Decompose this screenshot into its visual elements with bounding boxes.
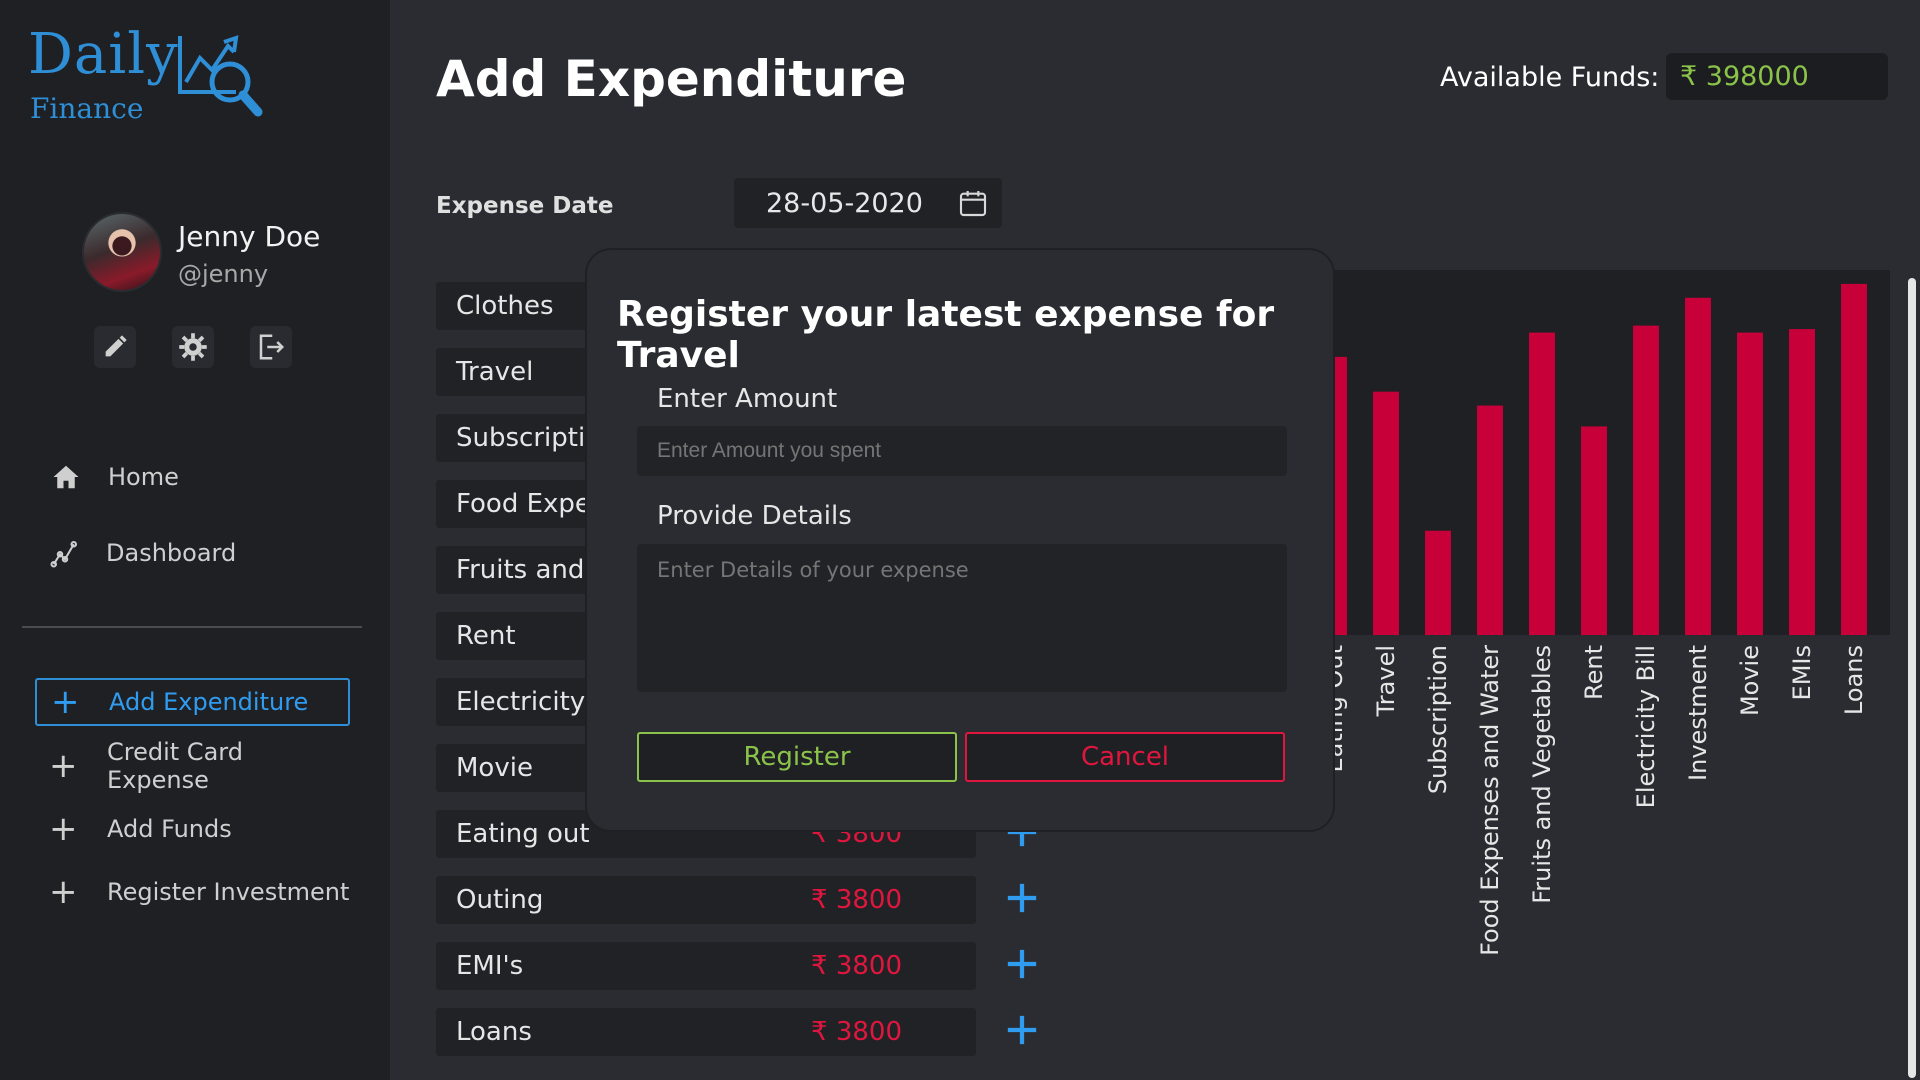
expense-bar-chart: Eating OutTravelSubscriptionFood Expense… — [1300, 270, 1890, 956]
chart-x-tick-label: EMIs — [1788, 645, 1816, 700]
category-row-loans[interactable]: Loans ₹ 3800 — [436, 1008, 976, 1056]
chart-x-tick-label: Fruits and Vegetables — [1528, 645, 1556, 904]
category-name: Loans — [456, 1017, 532, 1047]
chart-bar[interactable] — [1737, 332, 1763, 635]
scrollbar[interactable] — [1908, 278, 1916, 1078]
category-name: Clothes — [456, 291, 554, 321]
chart-x-tick-label: Subscription — [1424, 645, 1452, 794]
credit-card-expense-label: Credit Card Expense — [107, 738, 243, 794]
category-amount: ₹ 3800 — [811, 885, 902, 915]
expense-date-value: 28-05-2020 — [766, 187, 923, 219]
profile-actions — [94, 326, 292, 368]
category-amount: ₹ 3800 — [811, 1017, 902, 1047]
chart-bar[interactable] — [1581, 426, 1607, 635]
add-funds-label: Add Funds — [107, 815, 232, 843]
category-row-emis[interactable]: EMI's ₹ 3800 — [436, 942, 976, 990]
chart-x-tick-label: Movie — [1736, 645, 1764, 716]
chart-bar[interactable] — [1373, 391, 1399, 635]
logout-icon — [259, 334, 285, 360]
chart-bar[interactable] — [1633, 325, 1659, 635]
nav-item-home[interactable]: Home — [50, 462, 179, 492]
chart-x-tick-label: Investment — [1684, 645, 1712, 781]
expense-date-label: Expense Date — [436, 193, 614, 219]
details-textarea[interactable] — [637, 544, 1287, 692]
home-icon — [53, 465, 79, 489]
plus-icon: + — [49, 809, 78, 849]
plus-icon — [1007, 1015, 1037, 1045]
plus-icon — [1007, 883, 1037, 913]
add-emis-button[interactable] — [1002, 944, 1042, 984]
category-name: Subscriptio — [456, 423, 602, 453]
nav-item-dashboard-label: Dashboard — [106, 539, 237, 567]
expense-date-picker[interactable]: 28-05-2020 — [734, 178, 1002, 228]
avatar[interactable] — [84, 214, 160, 290]
gear-icon — [179, 333, 207, 361]
add-expenditure-link[interactable]: + Add Expenditure — [35, 678, 350, 726]
credit-card-expense-link[interactable]: + Credit Card Expense — [35, 738, 350, 794]
chart-x-tick-label: Electricity Bill — [1632, 645, 1660, 808]
chart-bar[interactable] — [1529, 332, 1555, 635]
chart-x-tick-label: Travel — [1372, 645, 1400, 717]
category-row-outing[interactable]: Outing ₹ 3800 — [436, 876, 976, 924]
pencil-icon — [105, 335, 127, 357]
details-label: Provide Details — [657, 501, 852, 531]
modal-title: Register your latest expense for Travel — [617, 294, 1275, 376]
logo-text-daily: Daily — [28, 22, 179, 87]
app-logo[interactable]: Daily Finance — [28, 22, 278, 132]
amount-input[interactable] — [637, 426, 1287, 476]
plus-icon: + — [49, 872, 78, 912]
page-title: Add Expenditure — [436, 50, 907, 108]
finance-magnifier-icon — [178, 35, 263, 117]
available-funds-label: Available Funds: — [1440, 62, 1660, 93]
nav-item-dashboard[interactable]: Dashboard — [50, 538, 236, 568]
logo-text-finance: Finance — [30, 92, 144, 125]
chart-bar[interactable] — [1841, 283, 1867, 635]
nav-item-home-label: Home — [108, 463, 179, 491]
register-expense-modal: Register your latest expense for Travel … — [585, 248, 1335, 832]
category-name: Movie — [456, 753, 533, 783]
register-investment-label: Register Investment — [107, 878, 350, 906]
chart-line-icon — [50, 541, 78, 568]
chart-bar[interactable] — [1789, 329, 1815, 635]
plus-icon — [1007, 949, 1037, 979]
calendar-icon[interactable] — [957, 187, 989, 219]
logout-button[interactable] — [250, 326, 292, 368]
category-amount: ₹ 3800 — [811, 951, 902, 981]
category-name: Outing — [456, 885, 544, 915]
chart-bar[interactable] — [1685, 297, 1711, 635]
edit-profile-button[interactable] — [94, 326, 136, 368]
register-button[interactable]: Register — [637, 732, 957, 782]
chart-x-tick-label: Food Expenses and Water — [1476, 645, 1504, 956]
category-name: Eating out — [456, 819, 590, 849]
user-name: Jenny Doe — [178, 220, 321, 253]
chart-bar[interactable] — [1477, 405, 1503, 635]
plus-icon: + — [51, 682, 80, 722]
add-funds-link[interactable]: + Add Funds — [35, 805, 350, 853]
add-expenditure-label: Add Expenditure — [109, 688, 309, 716]
category-name: Food Exper — [456, 489, 602, 519]
chart-x-tick-label: Rent — [1580, 645, 1608, 700]
category-name: Rent — [456, 621, 516, 651]
category-name: Travel — [456, 357, 534, 387]
chart-bar[interactable] — [1425, 530, 1451, 635]
sidebar: Daily Finance Jenny Doe @jenny Home Dash… — [0, 0, 390, 1080]
amount-label: Enter Amount — [657, 384, 838, 414]
chart-x-tick-label: Loans — [1840, 645, 1868, 715]
add-loans-button[interactable] — [1002, 1010, 1042, 1050]
user-handle: @jenny — [178, 260, 269, 288]
settings-button[interactable] — [172, 326, 214, 368]
cancel-button[interactable]: Cancel — [965, 732, 1285, 782]
register-investment-link[interactable]: + Register Investment — [35, 868, 350, 916]
category-name: EMI's — [456, 951, 524, 981]
plus-icon: + — [49, 746, 78, 786]
available-funds-value: ₹ 398000 — [1666, 53, 1888, 100]
add-outing-button[interactable] — [1002, 878, 1042, 918]
sidebar-divider — [22, 626, 362, 628]
